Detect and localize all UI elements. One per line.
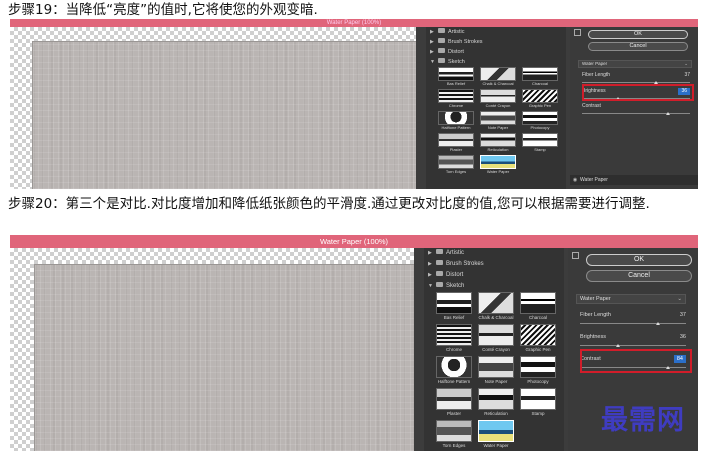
filter-list-panel: ▶ Artistic ▶ Brush Strokes ▶ Distort ▼ Sketc… <box>426 27 566 189</box>
eye-icon[interactable]: ◉ <box>570 175 580 185</box>
chevron-right-icon: ▶ <box>428 272 432 278</box>
thumb-chrome[interactable]: Chrome <box>434 324 474 353</box>
filter-gallery-screenshot-2: Water Paper (100%) ▶ Artistic ▶ Brush Stro… <box>10 235 698 451</box>
thumb-graphic-pen[interactable]: Graphic Pen <box>518 324 558 353</box>
filter-select[interactable]: Water Paper ⌄ <box>578 60 692 68</box>
folder-icon <box>436 282 443 287</box>
cancel-button[interactable]: Cancel <box>586 270 692 282</box>
contrast-slider-handle[interactable] <box>666 112 670 115</box>
category-sketch[interactable]: ▼ Sketch <box>426 57 566 67</box>
settings-panel: OK Cancel Water Paper ⌄ Fiber Length 37 B… <box>570 27 698 189</box>
chevron-right-icon: ▶ <box>430 39 434 45</box>
thumb-chrome[interactable]: Chrome <box>436 89 476 109</box>
thumb-torn-edges[interactable]: Torn Edges <box>436 155 476 175</box>
category-brush-strokes[interactable]: ▶ Brush Strokes <box>426 37 566 47</box>
folder-icon <box>438 28 445 33</box>
thumb-note-paper[interactable]: Note Paper <box>476 356 516 385</box>
thumb-plaster[interactable]: Plaster <box>436 133 476 153</box>
step19-caption: 步骤19：当降低“亮度”的值时,它将使您的外观变暗. <box>8 2 318 18</box>
filter-list-panel: ▶ Artistic ▶ Brush Strokes ▶ Distort ▼ Sketc… <box>424 248 564 451</box>
fiber-length-value[interactable]: 37 <box>680 311 686 319</box>
thumb-water-paper[interactable]: Water Paper <box>478 155 518 175</box>
thumb-stamp[interactable]: Stamp <box>518 388 558 417</box>
thumb-conte-crayon[interactable]: Conté Crayon <box>476 324 516 353</box>
thumb-photocopy[interactable]: Photocopy <box>518 356 558 385</box>
filter-select[interactable]: Water Paper ⌄ <box>576 294 686 304</box>
ok-button[interactable]: OK <box>588 30 688 39</box>
folder-icon <box>436 260 443 265</box>
collapse-gallery-icon[interactable] <box>574 29 581 36</box>
fiber-length-control: Fiber Length 37 <box>580 311 686 325</box>
preview-canvas <box>10 248 414 451</box>
category-artistic[interactable]: ▶ Artistic <box>424 248 564 259</box>
water-paper-preview <box>34 264 414 451</box>
dialog-title: Water Paper (100%) <box>10 235 698 248</box>
step20-caption: 步骤20：第三个是对比.对比度增加和降低纸张颜色的平滑度.通过更改对比度的值,您… <box>8 196 650 212</box>
thumb-plaster[interactable]: Plaster <box>434 388 474 417</box>
thumb-charcoal[interactable]: Charcoal <box>518 292 558 321</box>
category-distort[interactable]: ▶ Distort <box>424 270 564 281</box>
chevron-right-icon: ▶ <box>428 250 432 256</box>
thumb-reticulation[interactable]: Reticulation <box>476 388 516 417</box>
thumb-graphic-pen[interactable]: Graphic Pen <box>520 89 560 109</box>
sketch-thumbnails: Bas Relief Chalk & Charcoal Charcoal Chr… <box>426 67 566 175</box>
fiber-length-control: Fiber Length 37 <box>582 72 690 84</box>
folder-icon <box>438 58 445 63</box>
cancel-button[interactable]: Cancel <box>588 42 688 51</box>
thumb-chalk-charcoal[interactable]: Chalk & Charcoal <box>476 292 516 321</box>
thumb-note-paper[interactable]: Note Paper <box>478 111 518 131</box>
fiber-length-value[interactable]: 37 <box>684 72 690 79</box>
folder-icon <box>438 48 445 53</box>
thumb-reticulation[interactable]: Reticulation <box>478 133 518 153</box>
thumb-water-paper[interactable]: Water Paper <box>476 420 516 449</box>
thumb-halftone-pattern[interactable]: Halftone Pattern <box>434 356 474 385</box>
brightness-value[interactable]: 36 <box>680 333 686 341</box>
preview-canvas <box>10 27 416 189</box>
fiber-length-slider[interactable] <box>582 82 690 83</box>
thumb-bas-relief[interactable]: Bas Relief <box>434 292 474 321</box>
thumb-torn-edges[interactable]: Torn Edges <box>434 420 474 449</box>
folder-icon <box>436 271 443 276</box>
chevron-down-icon: ▼ <box>430 59 435 65</box>
chevron-down-icon: ⌄ <box>677 296 682 302</box>
fiber-length-slider-handle[interactable] <box>656 322 660 325</box>
thumb-photocopy[interactable]: Photocopy <box>520 111 560 131</box>
dialog-title: Water Paper (100%) <box>10 19 698 27</box>
brightness-slider[interactable] <box>580 345 686 346</box>
chevron-down-icon: ⌄ <box>684 61 688 66</box>
watermark-logo: 最需网 <box>601 405 685 436</box>
contrast-slider[interactable] <box>582 113 690 114</box>
thumb-bas-relief[interactable]: Bas Relief <box>436 67 476 87</box>
ok-button[interactable]: OK <box>586 254 692 266</box>
contrast-control: Contrast <box>582 103 690 115</box>
thumb-conte-crayon[interactable]: Conté Crayon <box>478 89 518 109</box>
collapse-gallery-icon[interactable] <box>572 252 579 259</box>
category-distort[interactable]: ▶ Distort <box>426 47 566 57</box>
folder-icon <box>438 38 445 43</box>
chevron-right-icon: ▶ <box>430 29 434 35</box>
thumb-chalk-charcoal[interactable]: Chalk & Charcoal <box>478 67 518 87</box>
thumb-stamp[interactable]: Stamp <box>520 133 560 153</box>
category-brush-strokes[interactable]: ▶ Brush Strokes <box>424 259 564 270</box>
sketch-thumbnails: Bas Relief Chalk & Charcoal Charcoal Chr… <box>424 292 564 449</box>
category-sketch[interactable]: ▼ Sketch <box>424 281 564 292</box>
brightness-control: Brightness 36 <box>580 333 686 347</box>
brightness-slider-handle[interactable] <box>616 344 620 347</box>
brightness-highlight-box <box>582 84 694 101</box>
contrast-highlight-box <box>580 349 692 373</box>
folder-icon <box>436 249 443 254</box>
fiber-length-slider[interactable] <box>580 323 686 324</box>
filter-gallery-screenshot-1: Water Paper (100%) ▶ Artistic ▶ Brush Stro… <box>10 19 698 189</box>
chevron-right-icon: ▶ <box>428 261 432 267</box>
thumb-charcoal[interactable]: Charcoal <box>520 67 560 87</box>
effect-layer-row[interactable]: ◉ Water Paper <box>570 175 698 185</box>
thumb-halftone-pattern[interactable]: Halftone Pattern <box>436 111 476 131</box>
category-artistic[interactable]: ▶ Artistic <box>426 27 566 37</box>
chevron-down-icon: ▼ <box>428 283 433 289</box>
chevron-right-icon: ▶ <box>430 49 434 55</box>
water-paper-preview <box>32 41 416 189</box>
